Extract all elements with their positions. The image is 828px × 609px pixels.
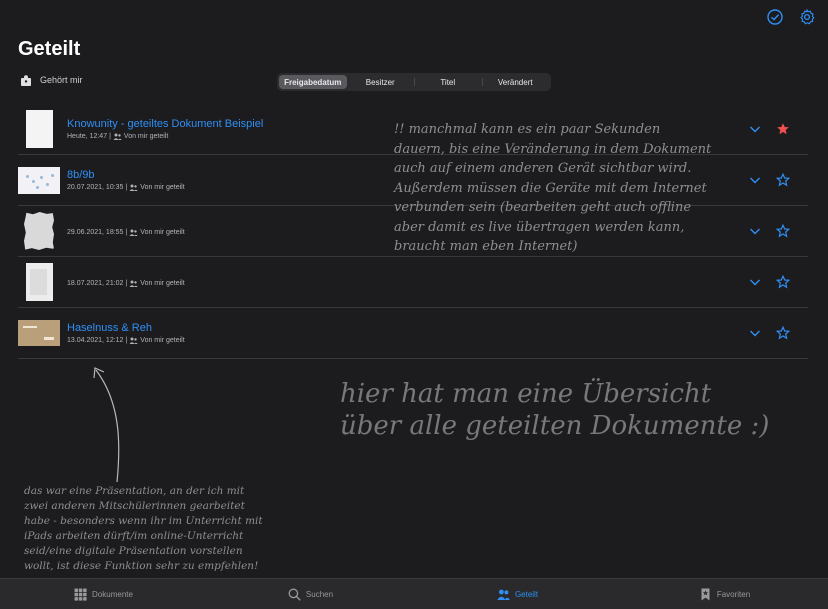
star-filled-icon[interactable] [776,122,790,136]
tab-dokumente-label: Dokumente [92,589,133,599]
document-shared-status: Von mir geteilt [140,337,185,344]
tab-dokumente[interactable]: Dokumente [0,579,207,609]
annotation-presentation-note: das war eine Präsentation, an der ich mi… [24,485,263,572]
segment-titel[interactable]: Titel [414,75,482,89]
document-date: Heute, 12:47 [67,133,108,140]
segment-veraendert[interactable]: Verändert [481,75,550,89]
bottom-tab-bar: Dokumente Suchen Geteilt Favoriten [0,578,828,609]
people-icon [497,589,510,600]
document-meta: 20.07.2021, 10:35 | Von mir geteilt [67,184,185,191]
tab-suchen[interactable]: Suchen [207,579,414,609]
segment-besitzer[interactable]: Besitzer [347,75,415,89]
segment-freigabedatum[interactable]: Freigabedatum [279,75,347,89]
chevron-down-icon[interactable] [748,173,762,187]
annotation-sync-note: !! manchmal kann es ein paar Sekunden da… [394,122,712,254]
document-thumbnail [18,109,60,149]
people-icon [129,184,139,191]
people-icon [129,280,139,287]
document-date: 20.07.2021, 10:35 [67,184,124,191]
people-icon [129,337,139,344]
document-title: Haselnuss & Reh [67,322,152,334]
document-meta: 18.07.2021, 21:02 | Von mir geteilt [67,280,185,287]
document-title: 8b/9b [67,169,95,181]
star-outline-icon[interactable] [776,275,790,289]
select-check-icon[interactable] [766,8,784,26]
star-outline-icon[interactable] [776,173,790,187]
document-thumbnail [18,211,60,251]
sort-segmented-control: Freigabedatum Besitzer Titel Verändert [277,73,551,91]
annotation-arrow-icon [93,367,120,483]
document-shared-status: Von mir geteilt [123,133,169,140]
settings-gear-icon[interactable] [798,8,816,26]
document-thumbnail [18,160,60,200]
document-thumbnail [18,262,60,302]
chevron-down-icon[interactable] [748,326,762,340]
chevron-down-icon[interactable] [748,224,762,238]
search-icon [288,588,301,601]
document-shared-status: Von mir geteilt [140,280,185,287]
document-shared-status: Von mir geteilt [140,229,185,236]
document-thumbnail [18,313,60,353]
tab-suchen-label: Suchen [305,589,334,599]
document-row[interactable]: 18.07.2021, 21:02 | Von mir geteilt [18,257,808,308]
tab-favoriten-label: Favoriten [716,589,751,599]
lock-person-icon [21,75,31,86]
document-date: 13.04.2021, 12:12 [67,337,124,344]
document-date: 18.07.2021, 21:02 [67,280,124,287]
star-outline-icon[interactable] [776,224,790,238]
document-meta: 13.04.2021, 12:12 | Von mir geteilt [67,337,185,344]
tab-geteilt-label: Geteilt [514,589,539,599]
document-date: 29.06.2021, 18:55 [67,229,124,236]
page-title: Geteilt [18,38,81,60]
document-meta: 29.06.2021, 18:55 | Von mir geteilt [67,229,185,236]
people-icon [129,229,139,236]
bookmark-icon [701,588,710,600]
star-outline-icon[interactable] [776,326,790,340]
top-toolbar [766,8,816,26]
document-title: Knowunity - geteiltes Dokument Beispiel [67,118,264,130]
annotation-overview-note: hier hat man eine Übersicht über alle ge… [340,379,770,441]
owner-filter-label: Gehört mir [40,75,83,85]
tab-favoriten[interactable]: Favoriten [621,579,828,609]
people-icon [113,133,122,140]
document-shared-status: Von mir geteilt [140,184,185,191]
document-row[interactable]: Haselnuss & Reh 13.04.2021, 12:12 | Von … [18,308,808,359]
chevron-down-icon[interactable] [748,122,762,136]
grid-icon [74,588,87,601]
owner-filter[interactable]: Gehört mir [20,74,83,86]
chevron-down-icon[interactable] [748,275,762,289]
tab-geteilt[interactable]: Geteilt [414,579,621,609]
document-meta: Heute, 12:47 | Von mir geteilt [67,133,169,140]
